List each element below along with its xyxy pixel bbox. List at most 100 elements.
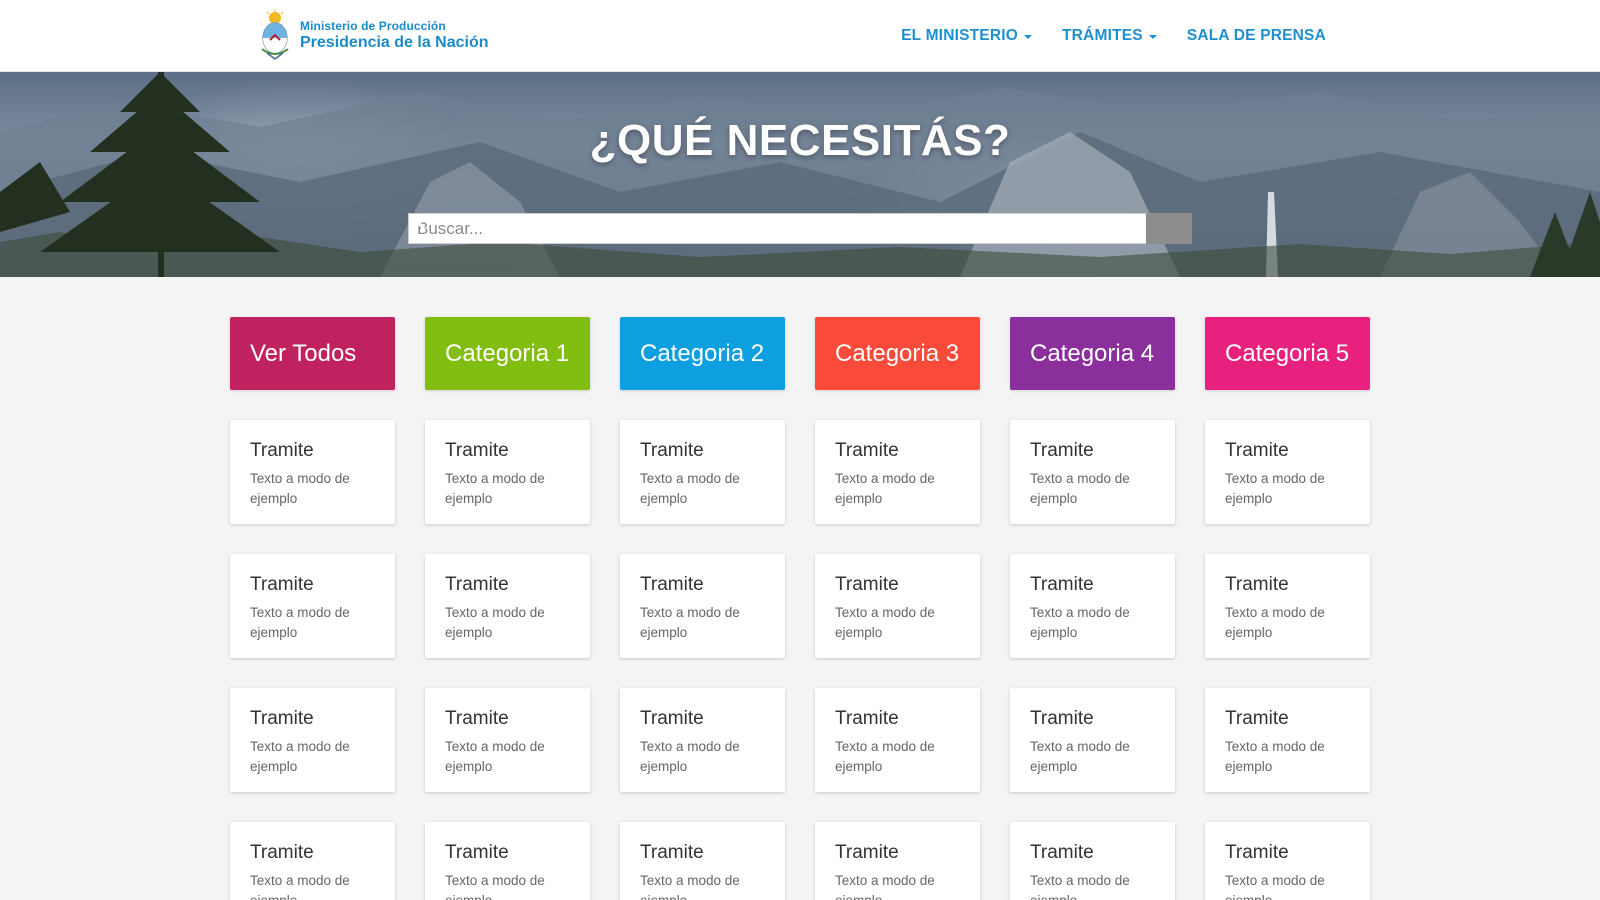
chevron-down-icon (1024, 35, 1032, 39)
tramite-card-description: Texto a modo de ejemplo (835, 605, 935, 640)
tramite-card[interactable]: Tramite Texto a modo de ejemplo (425, 420, 590, 524)
tramite-card-description: Texto a modo de ejemplo (250, 605, 350, 640)
hero-title: ¿QUÉ NECESITÁS? (589, 116, 1011, 165)
tramite-card-title: Tramite (640, 708, 704, 729)
tramite-card-title: Tramite (250, 842, 314, 863)
tramite-card[interactable]: Tramite Texto a modo de ejemplo (620, 822, 785, 900)
tramite-card-description: Texto a modo de ejemplo (640, 471, 740, 506)
tramite-card[interactable]: Tramite Texto a modo de ejemplo (230, 420, 395, 524)
tramite-card-description: Texto a modo de ejemplo (1225, 605, 1325, 640)
tramite-card-description: Texto a modo de ejemplo (445, 605, 545, 640)
tramite-card[interactable]: Tramite Texto a modo de ejemplo (425, 822, 590, 900)
tramite-card-title: Tramite (1225, 440, 1289, 461)
tramite-card-title: Tramite (835, 842, 899, 863)
nav-tramites[interactable]: TRÁMITES (1062, 27, 1157, 45)
tramite-card[interactable]: Tramite Texto a modo de ejemplo (620, 554, 785, 658)
tramite-card[interactable]: Tramite Texto a modo de ejemplo (230, 554, 395, 658)
category-filter-bar: Ver Todos Categoria 1 Categoria 2 Categoria… (230, 317, 1370, 390)
tramite-card-title: Tramite (445, 440, 509, 461)
tramite-card-description: Texto a modo de ejemplo (1030, 605, 1130, 640)
mountain-landscape-image (0, 72, 1600, 277)
tramite-card-title: Tramite (1030, 708, 1094, 729)
logo-ministry-name: Ministerio de Producción (300, 18, 446, 33)
tramite-card[interactable]: Tramite Texto a modo de ejemplo (230, 688, 395, 792)
search-bar (408, 213, 1192, 244)
tramite-card[interactable]: Tramite Texto a modo de ejemplo (230, 822, 395, 900)
tramite-card-title: Tramite (250, 574, 314, 595)
tramite-card-description: Texto a modo de ejemplo (250, 873, 350, 900)
tramite-card-title: Tramite (445, 708, 509, 729)
tramite-card[interactable]: Tramite Texto a modo de ejemplo (620, 688, 785, 792)
ministry-logo[interactable]: Ministerio de Producción Presidencia de … (258, 9, 489, 61)
tramite-card[interactable]: Tramite Texto a modo de ejemplo (815, 554, 980, 658)
tramite-card-description: Texto a modo de ejemplo (835, 471, 935, 506)
tramite-card-title: Tramite (835, 708, 899, 729)
tramite-card-description: Texto a modo de ejemplo (640, 873, 740, 900)
tramite-card-description: Texto a modo de ejemplo (1225, 739, 1325, 774)
search-input[interactable] (408, 213, 1146, 244)
tramite-card-title: Tramite (250, 440, 314, 461)
tramite-card-description: Texto a modo de ejemplo (1030, 739, 1130, 774)
tramite-card-title: Tramite (835, 574, 899, 595)
category-button-5[interactable]: Categoria 5 (1205, 317, 1370, 390)
tramite-card-title: Tramite (1030, 440, 1094, 461)
tramite-card-title: Tramite (640, 574, 704, 595)
search-icon (409, 214, 426, 231)
tramite-card-title: Tramite (1225, 708, 1289, 729)
tramite-card[interactable]: Tramite Texto a modo de ejemplo (1010, 822, 1175, 900)
tramite-card-description: Texto a modo de ejemplo (1030, 873, 1130, 900)
tramite-card[interactable]: Tramite Texto a modo de ejemplo (815, 822, 980, 900)
tramite-card-description: Texto a modo de ejemplo (835, 739, 935, 774)
chevron-down-icon (1148, 35, 1157, 39)
tramite-card[interactable]: Tramite Texto a modo de ejemplo (815, 688, 980, 792)
tramite-card-description: Texto a modo de ejemplo (1225, 873, 1325, 900)
tramite-card[interactable]: Tramite Texto a modo de ejemplo (1205, 554, 1370, 658)
tramite-card[interactable]: Tramite Texto a modo de ejemplo (1205, 420, 1370, 524)
nav-label: SALA DE PRENSA (1186, 27, 1326, 44)
tramite-card-description: Texto a modo de ejemplo (445, 471, 545, 506)
tramite-card-description: Texto a modo de ejemplo (445, 739, 545, 774)
tramite-card[interactable]: Tramite Texto a modo de ejemplo (425, 554, 590, 658)
tramite-card-title: Tramite (835, 440, 899, 461)
category-ver-todos-button[interactable]: Ver Todos (230, 317, 395, 390)
tramite-card-title: Tramite (445, 842, 509, 863)
main-nav: EL MINISTERIO TRÁMITES SALA DE PRENSA (901, 0, 1326, 72)
tramite-card-title: Tramite (640, 440, 704, 461)
nav-el-ministerio[interactable]: EL MINISTERIO (901, 27, 1032, 45)
tramite-card[interactable]: Tramite Texto a modo de ejemplo (1205, 688, 1370, 792)
nav-label: EL MINISTERIO (901, 27, 1018, 44)
tramite-card-title: Tramite (1225, 842, 1289, 863)
category-button-4[interactable]: Categoria 4 (1010, 317, 1175, 390)
tramite-card-title: Tramite (1030, 842, 1094, 863)
tramites-grid: Tramite Texto a modo de ejemplo Tramite Tex… (230, 420, 1370, 900)
tramite-card[interactable]: Tramite Texto a modo de ejemplo (1010, 420, 1175, 524)
category-button-1[interactable]: Categoria 1 (425, 317, 590, 390)
coat-of-arms-icon (261, 9, 289, 60)
tramite-card-description: Texto a modo de ejemplo (250, 471, 350, 506)
tramite-card-title: Tramite (640, 842, 704, 863)
tramite-card[interactable]: Tramite Texto a modo de ejemplo (815, 420, 980, 524)
tramite-card-description: Texto a modo de ejemplo (835, 873, 935, 900)
hero-banner: ¿QUÉ NECESITÁS? (0, 72, 1600, 277)
category-button-3[interactable]: Categoria 3 (815, 317, 980, 390)
search-button[interactable] (409, 213, 1192, 244)
tramite-card-title: Tramite (445, 574, 509, 595)
nav-sala-de-prensa[interactable]: SALA DE PRENSA (1187, 27, 1326, 45)
tramite-card-description: Texto a modo de ejemplo (445, 873, 545, 900)
tramite-card[interactable]: Tramite Texto a modo de ejemplo (1205, 822, 1370, 900)
tramite-card-title: Tramite (1030, 574, 1094, 595)
category-button-2[interactable]: Categoria 2 (620, 317, 785, 390)
tramite-card-description: Texto a modo de ejemplo (1030, 471, 1130, 506)
tramite-card-title: Tramite (250, 708, 314, 729)
tramite-card-description: Texto a modo de ejemplo (640, 739, 740, 774)
tramite-card[interactable]: Tramite Texto a modo de ejemplo (1010, 688, 1175, 792)
nav-label: TRÁMITES (1062, 27, 1143, 44)
tramite-card[interactable]: Tramite Texto a modo de ejemplo (620, 420, 785, 524)
tramite-card-title: Tramite (1225, 574, 1289, 595)
tramite-card-description: Texto a modo de ejemplo (640, 605, 740, 640)
tramite-card[interactable]: Tramite Texto a modo de ejemplo (1010, 554, 1175, 658)
tramite-card[interactable]: Tramite Texto a modo de ejemplo (425, 688, 590, 792)
tramite-card-description: Texto a modo de ejemplo (1225, 471, 1325, 506)
logo-presidency-name: Presidencia de la Nación (300, 33, 489, 51)
top-navbar: Ministerio de Producción Presidencia de … (0, 0, 1600, 72)
